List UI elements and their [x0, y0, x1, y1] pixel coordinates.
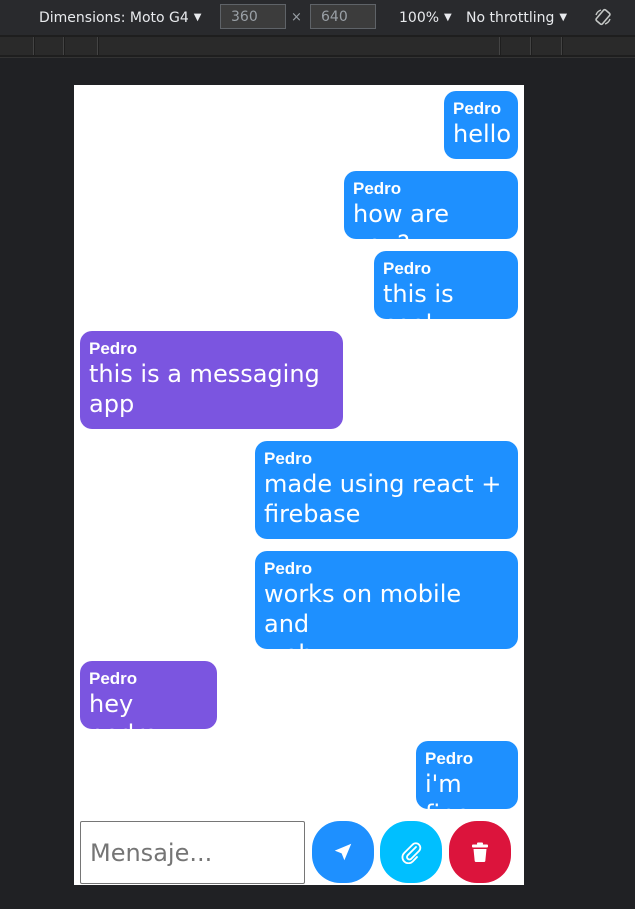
ruler-segment[interactable] — [65, 37, 98, 55]
rotate-icon[interactable] — [594, 8, 612, 26]
message-list: Pedro hello Pedro how are you? Pedro thi… — [74, 85, 524, 828]
message-bubble: Pedro how are you? — [344, 171, 518, 258]
ruler-segment[interactable] — [0, 37, 34, 55]
send-button[interactable] — [312, 821, 374, 883]
message-text: made using react + firebase — [264, 470, 502, 528]
ruler-segment[interactable] — [532, 37, 562, 55]
chevron-down-icon: ▼ — [444, 12, 452, 23]
throttle-select[interactable]: No throttling ▼ — [466, 0, 567, 35]
message-text: works on mobile and web — [264, 580, 462, 668]
message-sender: Pedro — [264, 449, 313, 468]
message-sender: Pedro — [89, 669, 138, 688]
message-sender: Pedro — [264, 559, 313, 578]
media-query-ruler[interactable] — [0, 35, 635, 58]
chevron-down-icon: ▼ — [559, 12, 568, 23]
message-text: how are you? — [353, 200, 449, 258]
zoom-select[interactable]: 100% ▼ — [399, 0, 452, 35]
message-bubble: Pedro made using react + firebase — [255, 441, 518, 539]
trash-icon — [472, 842, 488, 862]
message-bubble: Pedro i'm fine — [416, 741, 518, 828]
message-input[interactable] — [80, 821, 305, 884]
delete-button[interactable] — [449, 821, 511, 883]
message-text: hey pedro — [89, 690, 159, 748]
height-input[interactable]: 640 — [310, 4, 376, 29]
message-text: this is a messaging app — [89, 360, 320, 418]
width-input[interactable]: 360 — [220, 4, 286, 29]
message-bubble: Pedro hey pedro — [80, 661, 217, 748]
message-bubble: Pedro works on mobile and web — [255, 551, 518, 668]
message-text: hello — [453, 120, 511, 148]
device-label: Dimensions: Moto G4 — [39, 9, 189, 26]
message-sender: Pedro — [453, 99, 502, 118]
message-sender: Pedro — [425, 749, 474, 768]
ruler-segment[interactable] — [501, 37, 531, 55]
zoom-label: 100% — [399, 9, 440, 26]
message-sender: Pedro — [89, 339, 138, 358]
message-sender: Pedro — [383, 259, 432, 278]
message-text: i'm fine — [425, 770, 471, 828]
device-select[interactable]: Dimensions: Moto G4 ▼ — [39, 0, 202, 35]
device-viewport: Pedro hello Pedro how are you? Pedro thi… — [74, 85, 524, 885]
ruler-segment[interactable] — [99, 37, 500, 55]
device-toolbar: Dimensions: Moto G4 ▼ 360 × 640 100% ▼ N… — [0, 0, 635, 36]
ruler-segment[interactable] — [35, 37, 64, 55]
throttle-label: No throttling — [466, 9, 555, 26]
send-icon — [334, 843, 352, 861]
message-text: this is cool — [383, 280, 454, 338]
times-separator: × — [291, 10, 302, 25]
message-bubble: Pedro hello — [444, 91, 518, 159]
chevron-down-icon: ▼ — [193, 12, 202, 23]
message-composer — [74, 821, 524, 885]
paperclip-icon — [401, 842, 422, 864]
message-bubble: Pedro this is cool — [374, 251, 518, 338]
message-sender: Pedro — [353, 179, 402, 198]
message-bubble: Pedro this is a messaging app — [80, 331, 343, 429]
ruler-segment[interactable] — [563, 37, 635, 55]
attach-button[interactable] — [380, 821, 442, 883]
